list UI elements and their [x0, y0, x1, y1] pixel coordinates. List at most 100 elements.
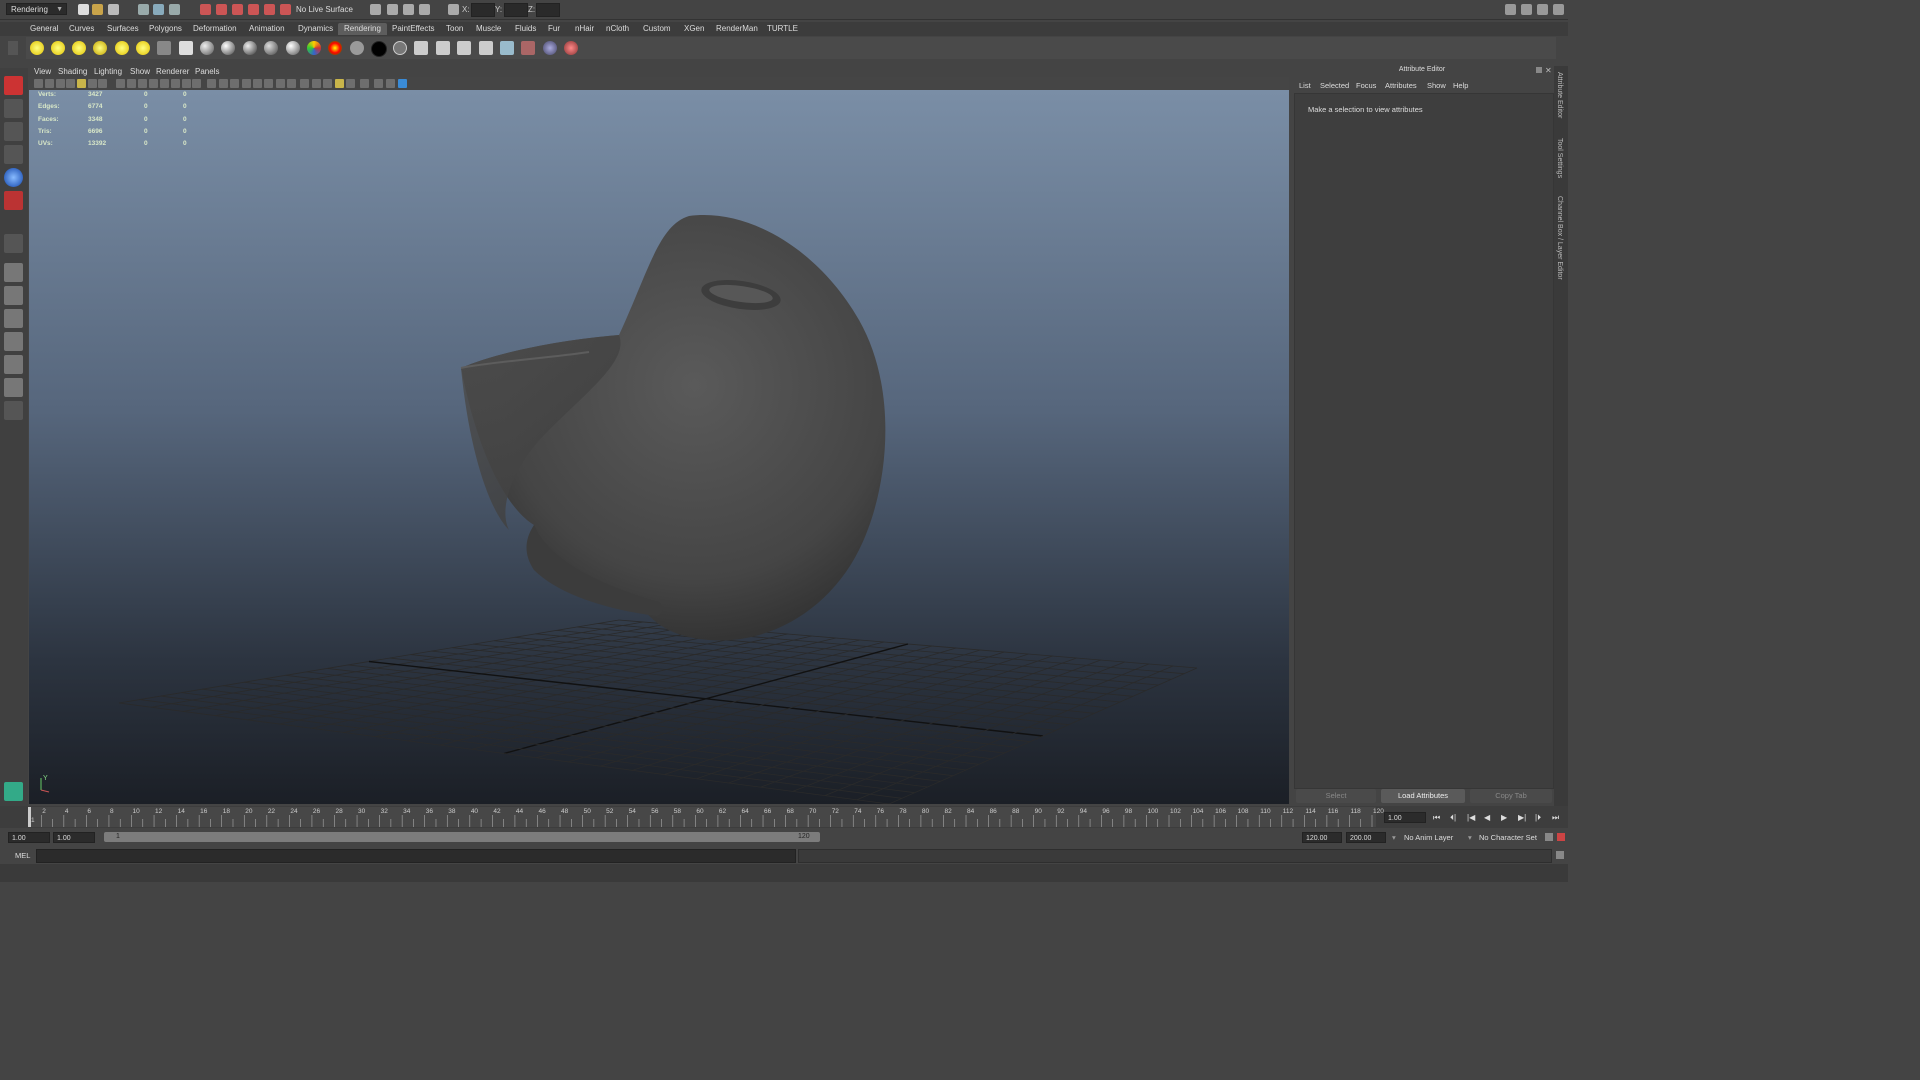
stereo-icon[interactable] [374, 79, 383, 88]
channel-box-toggle-icon[interactable] [1521, 4, 1532, 15]
last-tool-icon[interactable] [4, 234, 23, 253]
rotate-tool-icon[interactable] [4, 168, 23, 187]
ae-menu-attributes[interactable]: Attributes [1385, 81, 1417, 90]
step-back-frame-icon[interactable]: |◀ [1467, 813, 1475, 822]
area-light-icon[interactable] [115, 41, 129, 55]
select-object-icon[interactable] [153, 4, 164, 15]
command-input[interactable] [36, 849, 796, 863]
ae-menu-focus[interactable]: Focus [1356, 81, 1376, 90]
screen-ssao-icon[interactable] [264, 79, 273, 88]
render-frame-icon[interactable] [387, 4, 398, 15]
shelf-tab-dynamics[interactable]: Dynamics [292, 23, 339, 35]
xray-icon[interactable] [323, 79, 332, 88]
isolate-select-icon[interactable] [312, 79, 321, 88]
layered-shader-icon[interactable] [307, 41, 321, 55]
phong-sphere-icon[interactable] [243, 41, 257, 55]
shelf-tab-turtle[interactable]: TURTLE [761, 23, 804, 35]
tool-settings-toggle-icon[interactable] [1553, 4, 1564, 15]
magnet-icon[interactable] [280, 4, 291, 15]
select-component-icon[interactable] [169, 4, 180, 15]
xray-components-icon[interactable] [346, 79, 355, 88]
viewport-menu-shading[interactable]: Shading [58, 67, 87, 76]
camera-attrs-icon[interactable] [45, 79, 54, 88]
make-live-icon[interactable] [264, 4, 275, 15]
lasso-tool-icon[interactable] [4, 99, 23, 118]
shelf-tab-toon[interactable]: Toon [440, 23, 469, 35]
shelf-tab-xgen[interactable]: XGen [678, 23, 710, 35]
anisotropic-sphere-icon[interactable] [286, 41, 300, 55]
safe-action-icon[interactable] [160, 79, 169, 88]
volume-light-icon[interactable] [136, 41, 150, 55]
y-field[interactable] [504, 3, 528, 17]
smooth-shade-icon[interactable] [192, 79, 201, 88]
go-to-end-icon[interactable]: ⏭ [1552, 813, 1559, 823]
shelf-tab-rendering[interactable]: Rendering [338, 23, 387, 35]
side-tab-channel-box[interactable]: Channel Box / Layer Editor [1556, 196, 1563, 280]
ae-select-button[interactable]: Select [1296, 789, 1376, 803]
render-view-icon[interactable] [370, 4, 381, 15]
lambert-sphere-icon[interactable] [200, 41, 214, 55]
paint-render-icon[interactable] [564, 41, 578, 55]
shelf-tab-fur[interactable]: Fur [542, 23, 566, 35]
ramp-shader-icon[interactable] [328, 41, 342, 55]
shelf-tab-painteffects[interactable]: PaintEffects [386, 23, 441, 35]
camera-focus-icon[interactable] [360, 79, 369, 88]
wireframe-on-shaded-icon[interactable] [219, 79, 228, 88]
layout-single-icon[interactable] [4, 263, 23, 282]
shelf-tab-custom[interactable]: Custom [637, 23, 677, 35]
step-forward-key-icon[interactable]: |⏵ [1535, 813, 1541, 823]
shelf-tab-general[interactable]: General [24, 23, 64, 35]
ae-menu-list[interactable]: List [1299, 81, 1311, 90]
ae-menu-show[interactable]: Show [1427, 81, 1446, 90]
surface-shader-icon[interactable] [350, 41, 364, 55]
motion-blur-icon[interactable] [276, 79, 285, 88]
ambient-light-icon[interactable] [30, 41, 44, 55]
select-tool-icon[interactable] [4, 76, 23, 95]
open-scene-icon[interactable] [92, 4, 103, 15]
scale-tool-icon[interactable] [4, 191, 23, 210]
phong-e-sphere-icon[interactable] [264, 41, 278, 55]
current-frame-field[interactable]: 1.00 [1384, 812, 1426, 823]
select-camera-icon[interactable] [34, 79, 43, 88]
layout-more-icon[interactable] [4, 401, 23, 420]
depth-of-field-icon[interactable] [300, 79, 309, 88]
render-settings-shelf-icon[interactable] [500, 41, 514, 55]
ae-copy-tab-button[interactable]: Copy Tab [1470, 789, 1552, 803]
image-plane-icon[interactable] [66, 79, 75, 88]
viewport-menu-view[interactable]: View [34, 67, 51, 76]
shelf-tab-polygons[interactable]: Polygons [143, 23, 188, 35]
xray-joints-icon[interactable] [335, 79, 344, 88]
shelf-options-icon[interactable] [8, 41, 18, 55]
layout-four-icon[interactable] [4, 286, 23, 305]
spot-light-icon[interactable] [93, 41, 107, 55]
range-bar[interactable] [104, 832, 820, 842]
ae-load-attributes-button[interactable]: Load Attributes [1381, 789, 1465, 803]
x-field[interactable] [471, 3, 495, 17]
safe-title-icon[interactable] [171, 79, 180, 88]
layout-persp-graph-icon[interactable] [4, 332, 23, 351]
render-current-icon[interactable] [457, 41, 471, 55]
shelf-tab-ncloth[interactable]: nCloth [600, 23, 635, 35]
move-tool-icon[interactable] [4, 145, 23, 164]
new-scene-icon[interactable] [78, 4, 89, 15]
gamma-icon[interactable] [398, 79, 407, 88]
step-forward-frame-icon[interactable]: ▶| [1518, 813, 1526, 822]
side-tab-tool-settings[interactable]: Tool Settings [1556, 138, 1563, 178]
render-view-shelf-icon[interactable] [436, 41, 450, 55]
playback-start-field[interactable]: 1.00 [53, 832, 95, 843]
toggle-sidebar-icon[interactable] [1505, 4, 1516, 15]
2d-pan-icon[interactable] [77, 79, 86, 88]
paint-select-icon[interactable] [4, 122, 23, 141]
shelf-tab-surfaces[interactable]: Surfaces [101, 23, 145, 35]
viewport-menu-lighting[interactable]: Lighting [94, 67, 122, 76]
key-icon[interactable] [1545, 833, 1553, 841]
anti-alias-icon[interactable] [287, 79, 296, 88]
save-scene-icon[interactable] [108, 4, 119, 15]
shelf-tab-fluids[interactable]: Fluids [509, 23, 542, 35]
input-mode-icon[interactable] [448, 4, 459, 15]
camera-aim-icon[interactable] [179, 41, 193, 55]
scene-home-icon[interactable] [4, 782, 23, 801]
select-hierarchy-icon[interactable] [138, 4, 149, 15]
point-light-icon[interactable] [72, 41, 86, 55]
use-lights-icon[interactable] [242, 79, 251, 88]
